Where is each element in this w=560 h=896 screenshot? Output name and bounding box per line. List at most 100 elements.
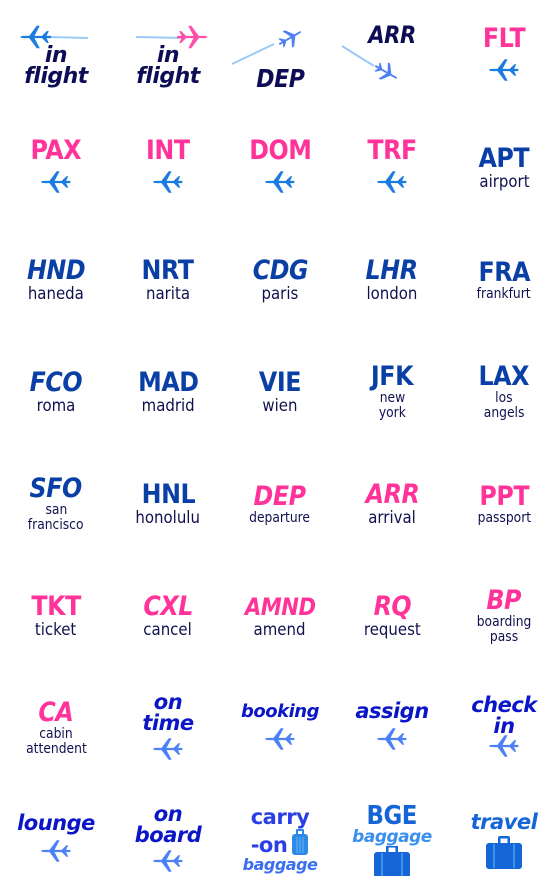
sticker-dep[interactable]: DEP departure bbox=[224, 448, 336, 560]
sticker-pax[interactable]: PAX bbox=[0, 112, 112, 224]
sticker-trf[interactable]: TRF bbox=[336, 112, 448, 224]
sticker-code: HND bbox=[26, 255, 86, 286]
sticker-lax[interactable]: LAX los angels bbox=[448, 336, 560, 448]
airplane-left-icon bbox=[376, 171, 407, 193]
sticker-hnd[interactable]: HND haneda bbox=[0, 224, 112, 336]
sticker-label: frankfurt bbox=[477, 285, 531, 302]
airplane-left-icon bbox=[40, 171, 71, 193]
sticker-carry-on[interactable]: carry -on baggage bbox=[224, 784, 336, 896]
sticker-on-time[interactable]: on time bbox=[112, 672, 224, 784]
sticker-nrt[interactable]: NRT narita bbox=[112, 224, 224, 336]
sticker-line: on bbox=[153, 690, 183, 714]
airplane-left-icon bbox=[152, 850, 183, 872]
sticker-arr-landing[interactable]: ARR bbox=[336, 0, 448, 112]
sticker-label: francisco bbox=[28, 517, 84, 533]
sticker-assign[interactable]: assign bbox=[336, 672, 448, 784]
sticker-label: amend bbox=[254, 620, 306, 640]
sticker-code: LAX bbox=[478, 361, 530, 392]
sticker-check-in[interactable]: check in bbox=[448, 672, 560, 784]
airplane-landing-icon bbox=[341, 45, 402, 87]
sticker-code: TRF bbox=[367, 135, 417, 166]
airplane-left-icon bbox=[152, 738, 183, 760]
sticker-label: los bbox=[495, 390, 513, 406]
sticker-booking[interactable]: booking bbox=[224, 672, 336, 784]
sticker-code: FRA bbox=[478, 256, 530, 288]
sticker-jfk[interactable]: JFK new york bbox=[336, 336, 448, 448]
sticker-label: cabin bbox=[39, 726, 73, 742]
sticker-label: san bbox=[45, 502, 67, 518]
sticker-code: BP bbox=[486, 585, 522, 616]
airplane-right-pink-icon bbox=[135, 25, 208, 49]
sticker-label: roma bbox=[36, 396, 76, 416]
sticker-tkt[interactable]: TKT ticket bbox=[0, 560, 112, 672]
airplane-left-icon bbox=[264, 727, 295, 750]
sticker-code: APT bbox=[478, 143, 530, 174]
airplane-left-icon bbox=[488, 735, 519, 757]
sticker-arr[interactable]: ARR arrival bbox=[336, 448, 448, 560]
sticker-grid: in flight in flight DEP ARR FLT PAX INT … bbox=[0, 0, 560, 896]
sticker-line: carry bbox=[250, 804, 310, 829]
sticker-label: airport bbox=[478, 172, 530, 192]
sticker-code: LHR bbox=[365, 255, 419, 286]
sticker-code: INT bbox=[146, 135, 190, 166]
sticker-dom[interactable]: DOM bbox=[224, 112, 336, 224]
sticker-code: BGE bbox=[366, 801, 418, 831]
sticker-code: SFO bbox=[29, 473, 83, 504]
sticker-in-flight-right[interactable]: in flight bbox=[112, 0, 224, 112]
sticker-label: ticket bbox=[35, 620, 77, 640]
sticker-travel[interactable]: travel bbox=[448, 784, 560, 896]
sticker-ppt[interactable]: PPT passport bbox=[448, 448, 560, 560]
sticker-line: baggage bbox=[242, 854, 318, 874]
sticker-code: DEP bbox=[255, 64, 305, 93]
sticker-label: narita bbox=[146, 284, 190, 304]
sticker-line: check bbox=[471, 693, 537, 717]
sticker-label: cancel bbox=[143, 620, 193, 640]
sticker-line: lounge bbox=[17, 810, 95, 835]
sticker-fra[interactable]: FRA frankfurt bbox=[448, 224, 560, 336]
sticker-hnl[interactable]: HNL honolulu bbox=[112, 448, 224, 560]
sticker-on-board[interactable]: on board bbox=[112, 784, 224, 896]
sticker-line: flight bbox=[24, 64, 88, 89]
sticker-int[interactable]: INT bbox=[112, 112, 224, 224]
sticker-line: on bbox=[153, 802, 183, 826]
sticker-in-flight-left[interactable]: in flight bbox=[0, 0, 112, 112]
sticker-vie[interactable]: VIE wien bbox=[224, 336, 336, 448]
sticker-ca[interactable]: CA cabin attendent bbox=[0, 672, 112, 784]
sticker-cxl[interactable]: CXL cancel bbox=[112, 560, 224, 672]
sticker-amnd[interactable]: AMND amend bbox=[224, 560, 336, 672]
sticker-code: HNL bbox=[141, 479, 195, 510]
sticker-bp[interactable]: BP boarding pass bbox=[448, 560, 560, 672]
sticker-label: arrival bbox=[368, 508, 416, 528]
sticker-code: JFK bbox=[370, 361, 414, 392]
sticker-line: time bbox=[142, 711, 194, 735]
sticker-label: wien bbox=[262, 396, 298, 416]
sticker-label: boarding bbox=[476, 614, 532, 630]
sticker-rq[interactable]: RQ request bbox=[336, 560, 448, 672]
sticker-code: AMND bbox=[244, 593, 316, 621]
airplane-left-icon bbox=[40, 839, 71, 862]
sticker-flt[interactable]: FLT bbox=[448, 0, 560, 112]
sticker-label: departure bbox=[249, 509, 311, 526]
sticker-lounge[interactable]: lounge bbox=[0, 784, 112, 896]
suitcase-icon bbox=[486, 835, 522, 869]
sticker-label: honolulu bbox=[135, 508, 201, 528]
sticker-bge[interactable]: BGE baggage bbox=[336, 784, 448, 896]
suitcase-icon bbox=[374, 846, 410, 876]
sticker-code: FCO bbox=[29, 367, 83, 398]
sticker-label: london bbox=[366, 284, 418, 304]
sticker-code: VIE bbox=[258, 367, 302, 398]
sticker-code: DEP bbox=[253, 480, 307, 512]
sticker-code: CA bbox=[38, 697, 74, 728]
sticker-code: ARR bbox=[365, 479, 419, 510]
sticker-mad[interactable]: MAD madrid bbox=[112, 336, 224, 448]
sticker-lhr[interactable]: LHR london bbox=[336, 224, 448, 336]
sticker-sfo[interactable]: SFO san francisco bbox=[0, 448, 112, 560]
sticker-dep-takeoff[interactable]: DEP bbox=[224, 0, 336, 112]
sticker-code: RQ bbox=[373, 591, 411, 622]
sticker-cdg[interactable]: CDG paris bbox=[224, 224, 336, 336]
sticker-label: angels bbox=[483, 405, 525, 421]
sticker-code: DOM bbox=[248, 135, 312, 166]
sticker-apt[interactable]: APT airport bbox=[448, 112, 560, 224]
sticker-fco[interactable]: FCO roma bbox=[0, 336, 112, 448]
sticker-label: haneda bbox=[27, 284, 84, 304]
